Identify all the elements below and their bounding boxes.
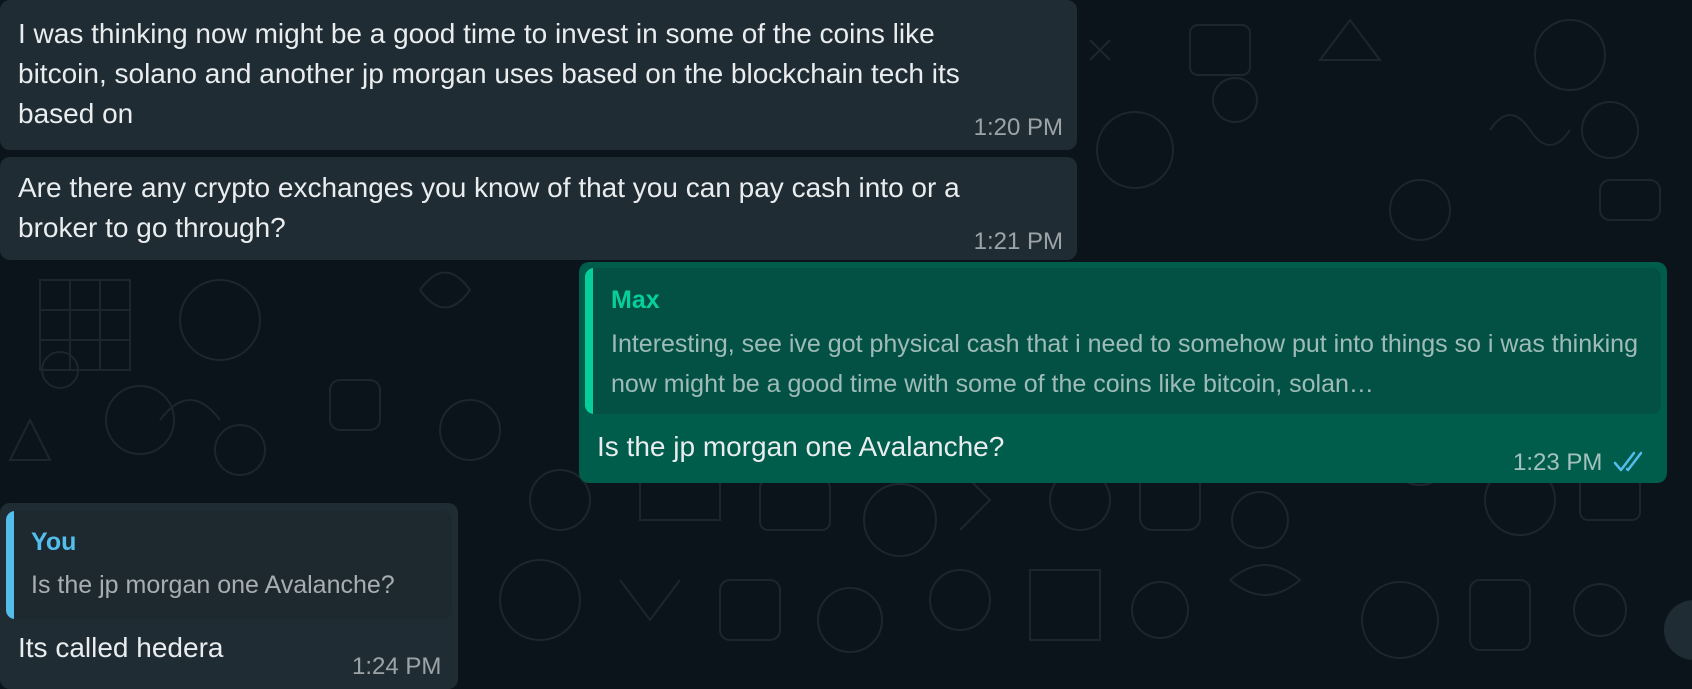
quoted-reply[interactable]: Max Interesting, see ive got physical ca…	[585, 268, 1661, 414]
message-timestamp: 1:24 PM	[352, 653, 442, 680]
message-timestamp: 1:23 PM	[1513, 449, 1603, 476]
message-text: I was thinking now might be a good time …	[18, 18, 960, 129]
quote-accent-bar	[585, 268, 593, 414]
message-timestamp: 1:21 PM	[973, 228, 1063, 255]
outgoing-message[interactable]: Max Interesting, see ive got physical ca…	[579, 262, 1667, 483]
quote-text: Is the jp morgan one Avalanche?	[31, 571, 395, 599]
quote-accent-bar	[6, 511, 14, 619]
quote-author: You	[31, 528, 77, 556]
message-text: Is the jp morgan one Avalanche?	[597, 431, 1005, 462]
incoming-message[interactable]: I was thinking now might be a good time …	[0, 0, 1077, 150]
quoted-reply[interactable]: You Is the jp morgan one Avalanche?	[6, 511, 452, 619]
message-text: Are there any crypto exchanges you know …	[18, 172, 960, 243]
message-text: Its called hedera	[18, 632, 224, 663]
chat-panel: I was thinking now might be a good time …	[0, 0, 1692, 689]
incoming-message[interactable]: Are there any crypto exchanges you know …	[0, 157, 1077, 260]
double-check-read-icon	[1613, 451, 1643, 472]
incoming-message[interactable]: You Is the jp morgan one Avalanche? Its …	[0, 503, 458, 689]
quote-text: Interesting, see ive got physical cash t…	[611, 330, 1638, 398]
quote-author: Max	[611, 286, 660, 314]
scroll-to-bottom-button[interactable]	[1664, 600, 1692, 660]
message-timestamp: 1:20 PM	[973, 114, 1063, 141]
